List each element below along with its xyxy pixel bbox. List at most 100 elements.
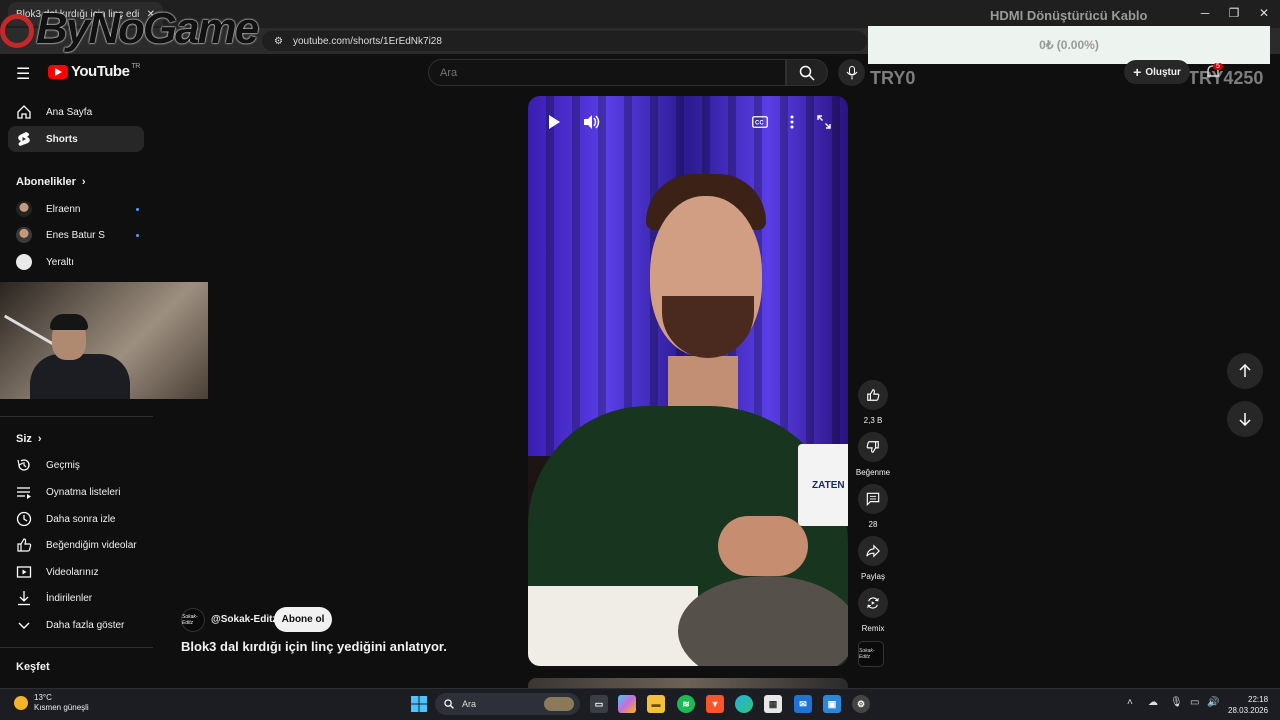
- minimize-icon[interactable]: ─: [1190, 6, 1220, 20]
- short-video-player[interactable]: ZATEN CC: [528, 96, 848, 666]
- you-title: Siz: [16, 433, 32, 445]
- app-icon[interactable]: ▣: [823, 695, 841, 713]
- overlay-left-label: TRY0: [870, 68, 916, 88]
- create-button[interactable]: + Oluştur: [1124, 60, 1190, 84]
- windows-taskbar: [0, 688, 1280, 720]
- search-highlight-icon: [544, 697, 574, 711]
- more-vertical-icon: [790, 115, 794, 129]
- share-label: Paylaş: [860, 572, 885, 581]
- play-button[interactable]: [540, 108, 568, 136]
- network-icon[interactable]: ▭: [1190, 697, 1199, 708]
- fullscreen-button[interactable]: [810, 108, 838, 136]
- sidebar-item-liked-videos[interactable]: Beğendiğim videolar: [8, 532, 144, 558]
- sidebar-item-subscription[interactable]: Enes Batur S: [8, 222, 144, 248]
- site-settings-icon[interactable]: ⚙: [274, 36, 283, 47]
- share-action[interactable]: Paylaş: [858, 536, 888, 581]
- speaker-icon[interactable]: 🔊: [1207, 697, 1219, 708]
- shorts-icon: [16, 131, 32, 147]
- menu-icon[interactable]: ☰: [16, 64, 32, 84]
- brave-browser-icon[interactable]: ▼: [706, 695, 724, 713]
- edge-icon[interactable]: [735, 695, 753, 713]
- subscription-name: Yeraltı: [46, 256, 74, 268]
- system-clock[interactable]: 22:18 28.03.2026: [1228, 694, 1268, 716]
- comments-action[interactable]: 28: [858, 484, 888, 529]
- svg-text:CC: CC: [755, 121, 764, 127]
- dislike-button[interactable]: [858, 432, 888, 462]
- task-view-icon[interactable]: ▭: [590, 695, 608, 713]
- windows-start-icon[interactable]: [410, 695, 428, 713]
- sidebar-item-label: Daha fazla göster: [46, 619, 125, 631]
- voice-search-button[interactable]: [838, 59, 865, 86]
- tray-overflow-icon[interactable]: ˄: [1127, 697, 1133, 708]
- sidebar-divider: [0, 647, 153, 648]
- spotify-icon[interactable]: ≋: [677, 695, 695, 713]
- play-icon: [549, 115, 560, 129]
- subscriptions-header[interactable]: Abonelikler ›: [16, 176, 86, 188]
- sidebar-item-home[interactable]: Ana Sayfa: [8, 99, 144, 125]
- sidebar-item-subscription[interactable]: Yeraltı: [8, 249, 144, 275]
- address-bar[interactable]: ⚙ youtube.com/shorts/1ErEdNk7i28: [262, 31, 867, 51]
- logo-text: YouTube: [71, 63, 130, 80]
- chevron-right-icon: ›: [37, 433, 42, 445]
- search-input[interactable]: [428, 59, 786, 86]
- tray-cloud-icon[interactable]: ☁: [1148, 697, 1158, 708]
- captions-button[interactable]: CC: [746, 108, 774, 136]
- remix-button[interactable]: [858, 588, 888, 618]
- settings-icon[interactable]: ⚙: [852, 695, 870, 713]
- chevron-right-icon: ›: [81, 176, 86, 188]
- next-short-button[interactable]: [1227, 401, 1263, 437]
- sidebar-item-show-more[interactable]: Daha fazla göster: [8, 612, 144, 638]
- file-explorer-icon[interactable]: ▬: [647, 695, 665, 713]
- chevron-down-icon: [16, 617, 32, 633]
- tray-mic-icon[interactable]: 🎙: [1170, 697, 1183, 708]
- sidebar-item-playlists[interactable]: Oynatma listeleri: [8, 479, 144, 505]
- channel-avatar[interactable]: Sokak-Editz: [181, 608, 205, 632]
- subscribe-button[interactable]: Abone ol: [274, 607, 332, 632]
- avatar: [16, 227, 32, 243]
- weather-widget[interactable]: 13°C Kısmen güneşli: [14, 693, 89, 713]
- new-content-dot: [136, 208, 139, 211]
- sidebar-item-subscription[interactable]: Elraenn: [8, 196, 144, 222]
- previous-short-button[interactable]: [1227, 353, 1263, 389]
- comments-button[interactable]: [858, 484, 888, 514]
- partly-sunny-icon: [14, 696, 28, 710]
- like-button[interactable]: [858, 380, 888, 410]
- subscription-name: Enes Batur S: [46, 229, 105, 241]
- mail-icon[interactable]: ✉: [794, 695, 812, 713]
- remix-action[interactable]: Remix: [858, 588, 888, 633]
- sidebar-item-label: Shorts: [46, 133, 78, 145]
- sidebar-item-history[interactable]: Geçmiş: [8, 452, 144, 478]
- channel-thumbnail[interactable]: Sokak-Editz: [858, 641, 884, 667]
- store-icon[interactable]: ▦: [764, 695, 782, 713]
- sidebar-item-downloads[interactable]: İndirilenler: [8, 585, 144, 611]
- volume-icon: [584, 115, 600, 129]
- subscription-name: Elraenn: [46, 203, 81, 215]
- channel-logo-text: Sokak-Editz: [182, 614, 198, 626]
- clock-icon: [16, 511, 32, 527]
- comment-count: 28: [868, 520, 878, 529]
- taskbar-search[interactable]: Ara: [435, 693, 580, 715]
- you-header[interactable]: Siz ›: [16, 433, 42, 445]
- search-button[interactable]: [786, 59, 828, 86]
- like-action[interactable]: 2,3 B: [858, 380, 888, 425]
- channel-name[interactable]: @Sokak-Editz: [211, 614, 277, 625]
- url-text: youtube.com/shorts/1ErEdNk7i28: [292, 35, 442, 47]
- share-button[interactable]: [858, 536, 888, 566]
- youtube-logo[interactable]: YouTube TR: [48, 63, 140, 80]
- sidebar-item-watch-later[interactable]: Daha sonra izle: [8, 506, 144, 532]
- fullscreen-icon: [817, 115, 831, 129]
- avatar: [16, 201, 32, 217]
- dislike-action[interactable]: Beğenme: [856, 432, 890, 477]
- explore-header: Keşfet: [16, 661, 50, 673]
- weather-description: Kısmen güneşli: [34, 703, 89, 712]
- short-title[interactable]: Blok3 dal kırdığı için linç yediğini anl…: [181, 639, 447, 654]
- sidebar-item-your-videos[interactable]: Videolarınız: [8, 559, 144, 585]
- more-options-button[interactable]: [778, 108, 806, 136]
- remix-icon: [867, 597, 879, 609]
- restore-icon[interactable]: ❐: [1219, 6, 1249, 20]
- volume-button[interactable]: [578, 108, 606, 136]
- copilot-icon[interactable]: [618, 695, 636, 713]
- sidebar-item-shorts[interactable]: Shorts: [8, 126, 144, 152]
- sidebar-item-label: Daha sonra izle: [46, 513, 116, 525]
- close-icon[interactable]: ✕: [1249, 6, 1279, 20]
